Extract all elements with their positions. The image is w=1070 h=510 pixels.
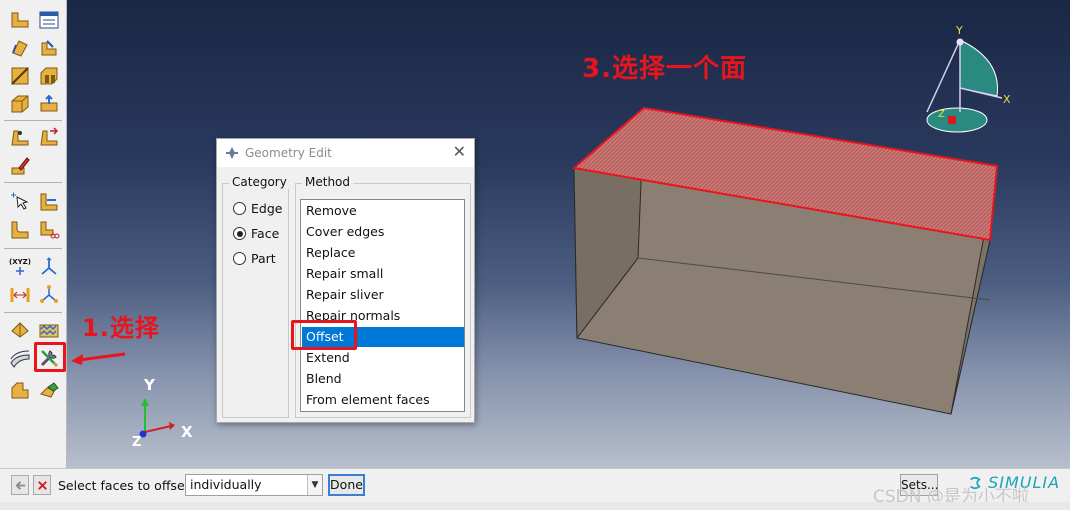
chevron-down-icon: ▼ [307,475,322,495]
method-label: Method [302,175,354,189]
datum-point-icon[interactable] [8,126,32,150]
datum-csys-label: (XYZ) [9,258,31,266]
cut-icon[interactable] [8,64,32,88]
abaqus-app-icon [226,147,238,159]
method-item-extend[interactable]: Extend [302,348,464,368]
partition-icon[interactable] [37,92,61,116]
wire-feature-icon[interactable] [8,318,32,342]
datum-offset-icon[interactable] [8,282,32,306]
done-button[interactable]: Done [328,474,365,496]
triad-small-x: X [1003,93,1011,106]
datum-3point-icon[interactable] [37,282,61,306]
datum-csys-icon[interactable]: (XYZ) [8,254,32,278]
toolbox: (XYZ) [0,0,67,468]
step3-annotation: 3.选择一个面 [582,54,747,84]
method-item-from-element-faces[interactable]: From element faces [302,390,464,410]
geometry-edit-tool-highlight [34,342,66,372]
round-blend-icon[interactable] [8,218,32,242]
method-item-blend[interactable]: Blend [302,369,464,389]
repair-edge-icon[interactable] [37,190,61,214]
triad-small-z: Z [938,109,945,120]
bottom-strip [0,502,1070,510]
close-icon[interactable]: ✕ [453,144,466,160]
triad-small-y: Y [955,24,963,37]
triad-z-label: Z [132,435,141,450]
method-listbox[interactable]: Remove Cover edges Replace Repair small … [300,199,465,412]
selection-mode-select[interactable]: individually ▼ [185,474,323,496]
radio-icon [233,252,246,265]
triad-x-label: X [181,423,193,441]
method-item-replace[interactable]: Replace [302,243,464,263]
prompt-text: Select faces to offset [58,478,190,493]
view-triad-small: Y X Z [926,24,1011,133]
method-item-repair-small[interactable]: Repair small [302,264,464,284]
step1-arrow [71,352,126,365]
cancel-button[interactable] [33,475,51,495]
step1-annotation: 1.选择 [82,314,160,342]
part-manager-icon[interactable] [37,8,61,32]
sketch-pencil-icon[interactable] [8,154,32,178]
method-item-repair-sliver[interactable]: Repair sliver [302,285,464,305]
radio-icon-selected [233,227,246,240]
part-instance-icon[interactable] [8,378,32,402]
category-radio-part[interactable]: Part [233,251,276,266]
category-group: Category Edge Face Part [222,175,290,418]
solid-cube-icon[interactable] [8,92,32,116]
virtual-topology-icon[interactable] [37,318,61,342]
datum-plane-icon[interactable] [37,254,61,278]
assembly-icon[interactable] [37,378,61,402]
datum-axis-icon[interactable] [37,126,61,150]
dialog-title: Geometry Edit [245,146,332,160]
back-arrow-button[interactable] [11,475,29,495]
prompt-bar: Select faces to offset individually ▼ Do… [0,468,1070,507]
method-item-remove[interactable]: Remove [302,201,464,221]
radio-label-part: Part [251,251,276,266]
geometry-repair-icon[interactable] [8,346,32,370]
triad-y-label: Y [143,376,156,394]
remove-face-icon[interactable] [37,218,61,242]
create-part-icon[interactable] [8,8,32,32]
geometry-edit-dialog: Geometry Edit ✕ Category Edge Face Part … [216,138,475,423]
radio-label-face: Face [251,226,280,241]
category-radio-edge[interactable]: Edge [233,201,282,216]
extrude-solid-icon[interactable] [8,36,32,60]
selection-mode-value: individually [190,477,262,492]
offset-highlight [291,320,357,350]
dialog-titlebar[interactable]: Geometry Edit ✕ [217,139,474,167]
global-triad: Y X Z [132,376,193,450]
revolve-solid-icon[interactable] [37,36,61,60]
radio-icon [233,202,246,215]
shell-icon[interactable] [37,64,61,88]
back-arrow-icon [14,480,25,490]
category-radio-face[interactable]: Face [233,226,279,241]
method-item-cover-edges[interactable]: Cover edges [302,222,464,242]
cancel-x-icon [37,480,47,490]
category-label: Category [229,175,290,189]
select-cursor-icon[interactable] [8,190,32,214]
radio-label-edge: Edge [251,201,283,216]
